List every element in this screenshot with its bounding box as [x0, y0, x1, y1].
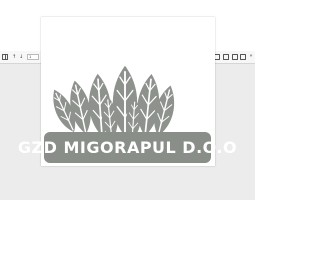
page-number-input[interactable]: 1	[27, 54, 39, 60]
open-file-icon[interactable]	[223, 54, 229, 60]
company-name: GZD MIGORAPUL D.O.O	[17, 138, 238, 157]
more-icon[interactable]: »	[248, 54, 254, 60]
sidebar-icon[interactable]	[2, 54, 8, 60]
download-icon[interactable]	[240, 54, 246, 60]
print-icon[interactable]	[232, 54, 238, 60]
arrow-up-icon[interactable]: ↑	[12, 53, 16, 60]
arrow-down-icon[interactable]: ↓	[19, 53, 23, 60]
company-banner: GZD MIGORAPUL D.O.O	[18, 132, 237, 163]
blank-area	[0, 200, 255, 255]
